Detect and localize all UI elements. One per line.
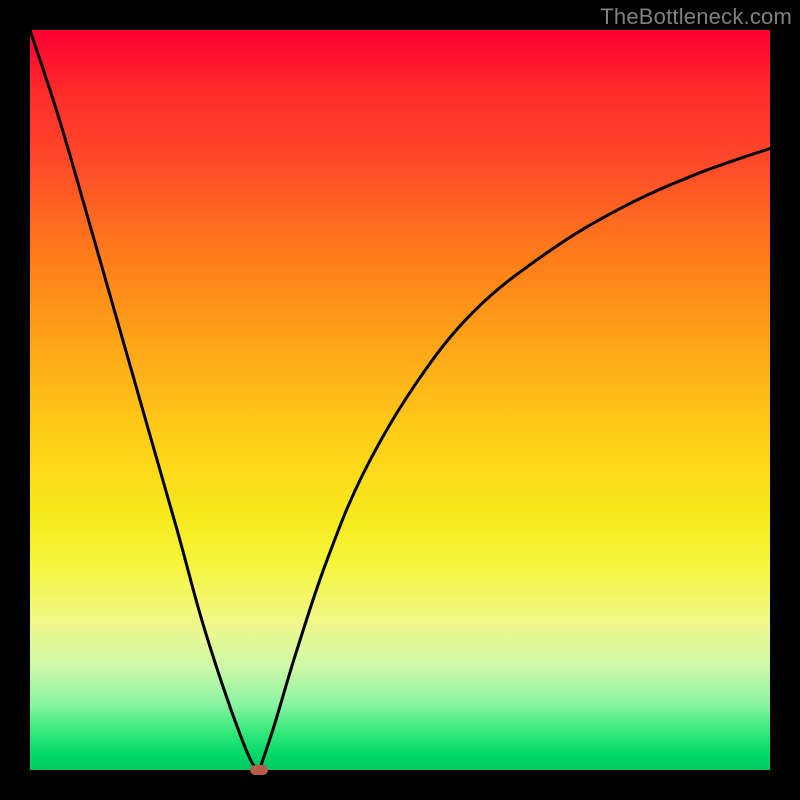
curve-svg (30, 30, 770, 770)
minimum-marker (250, 765, 268, 775)
curve-left-branch (30, 30, 259, 770)
watermark-text: TheBottleneck.com (600, 4, 792, 30)
plot-area (30, 30, 770, 770)
chart-frame: TheBottleneck.com (0, 0, 800, 800)
curve-right-branch (259, 148, 770, 770)
